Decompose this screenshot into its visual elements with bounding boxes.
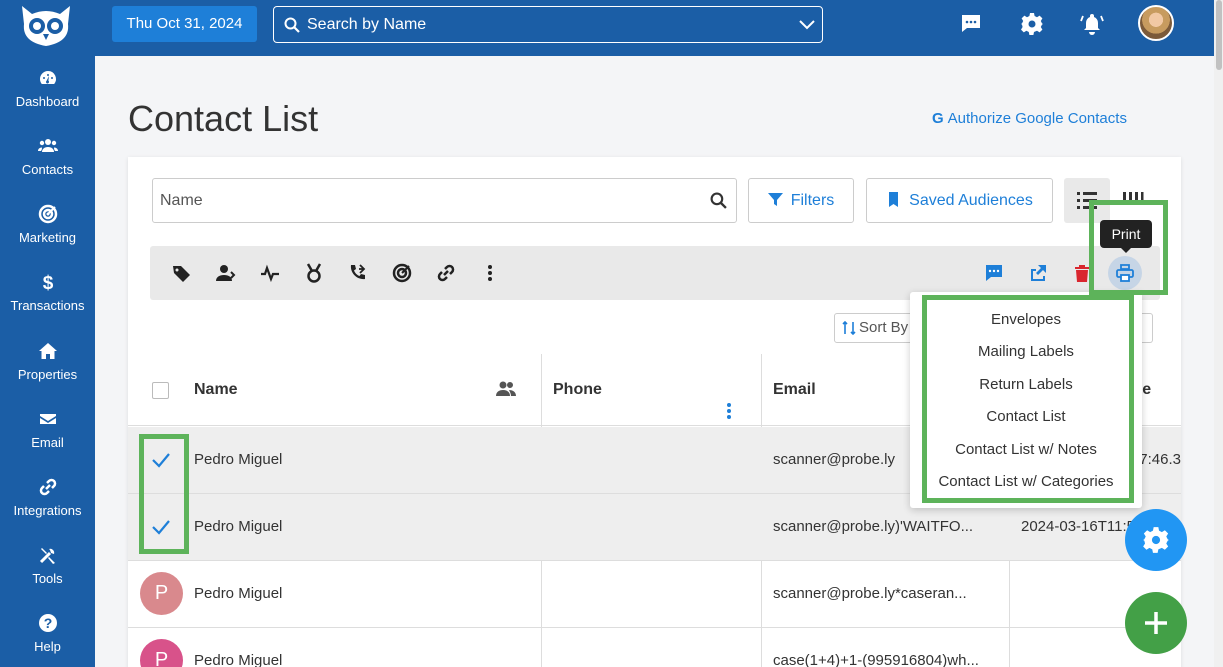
column-options-icon[interactable] [726, 380, 732, 419]
google-icon: G [932, 110, 944, 127]
sort-by-label: Sort By [859, 319, 909, 336]
scrollbar-thumb[interactable] [1216, 0, 1222, 70]
phone-transfer-icon[interactable] [348, 263, 368, 283]
svg-text:$: $ [42, 273, 53, 292]
sidebar-item-label: Marketing [18, 230, 77, 245]
contact-name[interactable]: Pedro Miguel [194, 628, 524, 667]
sidebar-item-label: Tools [32, 571, 63, 586]
chevron-down-icon [799, 20, 815, 30]
contact-phone [553, 494, 753, 561]
select-all-checkbox[interactable] [152, 382, 169, 399]
contact-phone [553, 427, 753, 494]
saved-audiences-label: Saved Audiences [909, 192, 1033, 209]
bullseye-icon [0, 204, 95, 226]
target-icon[interactable] [392, 263, 412, 283]
home-icon [0, 341, 95, 363]
more-vertical-icon[interactable] [480, 263, 500, 283]
bell-icon[interactable] [1080, 12, 1104, 36]
group-users-icon[interactable] [496, 380, 516, 400]
link-icon[interactable] [436, 263, 456, 283]
sidebar-item-transactions[interactable]: $ Transactions [0, 272, 95, 313]
owl-logo[interactable] [18, 4, 74, 48]
search-icon [284, 17, 300, 33]
question-icon: ? [0, 613, 95, 635]
medal-icon[interactable] [304, 263, 324, 283]
share-icon[interactable] [1028, 263, 1048, 283]
contact-name[interactable]: Pedro Miguel [194, 427, 524, 494]
settings-fab[interactable] [1125, 509, 1187, 571]
filter-icon [767, 193, 783, 206]
sidebar-item-marketing[interactable]: Marketing [0, 204, 95, 245]
sidebar-item-integrations[interactable]: Integrations [0, 477, 95, 518]
dollar-icon: $ [0, 272, 95, 294]
name-search-input[interactable]: Name [152, 178, 737, 223]
table-row[interactable]: P Pedro Miguel case(1+4)+1-(995916804)wh… [128, 628, 1181, 667]
tag-icon[interactable] [172, 263, 192, 283]
contact-phone [553, 561, 753, 628]
contact-name[interactable]: Pedro Miguel [194, 494, 524, 561]
sidebar-item-label: Integrations [13, 503, 82, 518]
sidebar-item-dashboard[interactable]: Dashboard [0, 68, 95, 109]
column-header-name[interactable]: Name [194, 354, 238, 426]
google-link-label: Authorize Google Contacts [947, 110, 1127, 127]
user-avatar[interactable] [1138, 5, 1174, 41]
tools-icon [0, 545, 95, 567]
contact-email[interactable]: scanner@probe.ly*caseran... [773, 561, 998, 628]
sidebar: Dashboard Contacts Marketing $ Transacti… [0, 0, 95, 667]
svg-text:?: ? [43, 615, 52, 631]
sidebar-item-tools[interactable]: Tools [0, 545, 95, 586]
sidebar-item-label: Email [31, 435, 64, 450]
sidebar-item-label: Contacts [21, 162, 74, 177]
add-fab[interactable] [1125, 592, 1187, 654]
contact-avatar[interactable]: P [140, 639, 183, 667]
filters-label: Filters [790, 192, 835, 209]
date-chip[interactable]: Thu Oct 31, 2024 [112, 6, 257, 42]
sort-icon [842, 321, 856, 335]
sidebar-item-label: Help [34, 639, 61, 654]
sidebar-item-properties[interactable]: Properties [0, 341, 95, 382]
contact-avatar[interactable]: P [140, 572, 183, 615]
chat-icon[interactable] [959, 12, 983, 36]
table-row[interactable]: P Pedro Miguel scanner@probe.ly*caseran.… [128, 561, 1181, 628]
contact-email[interactable]: case(1+4)+1-(995916804)wh... [773, 628, 998, 667]
authorize-google-contacts-link[interactable]: G Authorize Google Contacts [932, 110, 1127, 127]
top-bar: Thu Oct 31, 2024 Search by Name [95, 0, 1214, 56]
page-scrollbar[interactable] [1214, 0, 1223, 667]
sidebar-item-contacts[interactable]: Contacts [0, 136, 95, 177]
search-icon[interactable] [710, 192, 727, 209]
sidebar-item-label: Properties [17, 367, 78, 382]
name-search-placeholder: Name [160, 192, 203, 209]
assign-user-icon[interactable] [216, 263, 236, 283]
global-search-placeholder: Search by Name [307, 16, 427, 33]
users-icon [0, 136, 95, 158]
column-header-email[interactable]: Email [773, 354, 816, 426]
gear-icon [1143, 527, 1169, 553]
envelope-icon [0, 409, 95, 431]
global-search-select[interactable]: Search by Name [273, 6, 823, 43]
sidebar-item-help[interactable]: ? Help [0, 613, 95, 654]
sidebar-item-label: Dashboard [15, 94, 80, 109]
selected-rows-highlight-box [139, 434, 189, 554]
saved-audiences-button[interactable]: Saved Audiences [866, 178, 1053, 223]
gear-icon[interactable] [1020, 12, 1044, 36]
contact-phone [553, 628, 753, 667]
sidebar-item-email[interactable]: Email [0, 409, 95, 450]
bookmark-icon [889, 192, 899, 207]
print-highlight-box [1089, 200, 1168, 295]
plus-icon [1145, 612, 1167, 634]
message-icon[interactable] [984, 263, 1004, 283]
page-title: Contact List [128, 98, 319, 139]
filters-button[interactable]: Filters [748, 178, 854, 223]
dashboard-icon [0, 68, 95, 90]
activity-icon[interactable] [260, 263, 280, 283]
sidebar-item-label: Transactions [10, 298, 85, 313]
link-icon [0, 477, 95, 499]
print-menu-highlight-box [922, 295, 1134, 503]
column-header-phone[interactable]: Phone [553, 354, 602, 426]
contact-name[interactable]: Pedro Miguel [194, 561, 524, 628]
